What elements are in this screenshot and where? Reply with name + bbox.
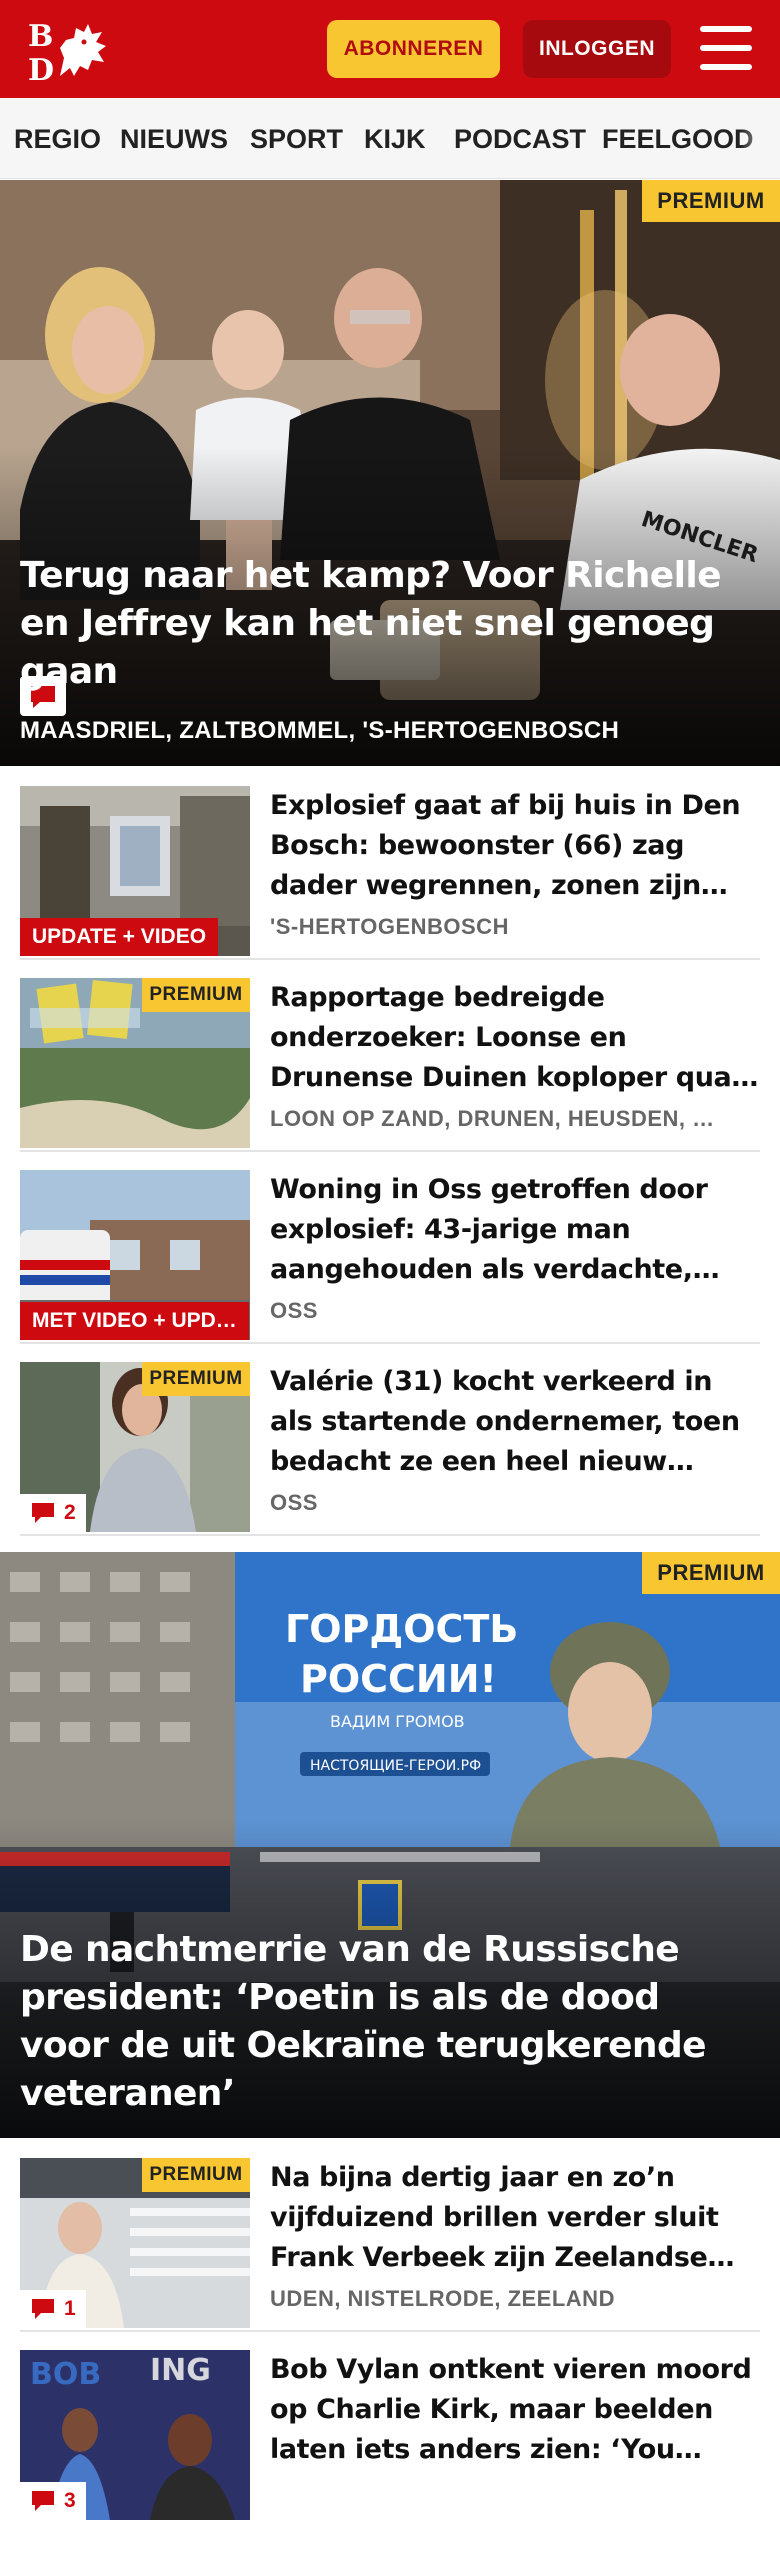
article-thumbnail: PREMIUM 1 — [20, 2158, 250, 2328]
list-item[interactable]: MET VIDEO + UPD… Woning in Oss getroffen… — [20, 1170, 760, 1344]
comment-count-value: 3 — [64, 2489, 76, 2512]
hero-location: MAASDRIEL, ZALTBOMMEL, 'S-HERTOGENBOSCH — [20, 717, 620, 744]
comment-icon — [32, 2491, 54, 2511]
update-video-label: UPDATE + VIDEO — [20, 918, 219, 956]
comment-count-value: 2 — [64, 1501, 76, 1524]
comment-icon — [32, 2299, 54, 2319]
top-header: B D ABONNEREN INLOGGEN — [0, 0, 780, 98]
nav-item-kijk[interactable]: KIJK — [364, 124, 426, 155]
comment-count: 2 — [20, 1494, 86, 1532]
subscribe-button[interactable]: ABONNEREN — [327, 20, 500, 78]
list-item[interactable]: PREMIUM 2 Valérie (31) kocht verkeerd in… — [20, 1362, 760, 1536]
list-item[interactable]: BOB ING 3 Bob Vylan ontkent vieren moord… — [20, 2350, 760, 2522]
article-location: OSS — [270, 1298, 318, 1323]
article-title[interactable]: Bob Vylan ontkent vieren moord op Charli… — [270, 2350, 760, 2470]
nav-item-nieuws[interactable]: NIEUWS — [120, 124, 228, 155]
billboard-line-2: РОССИИ! — [300, 1657, 497, 1701]
comment-count: 3 — [20, 2482, 86, 2520]
article-title[interactable]: Na bijna dertig jaar en zo’n vijfduizend… — [270, 2158, 760, 2278]
nav-scroll-fade — [740, 98, 780, 178]
comment-count-value: 1 — [64, 2297, 76, 2320]
premium-badge: PREMIUM — [142, 1362, 250, 1396]
hero-title[interactable]: De nachtmerrie van de Russische presiden… — [20, 1926, 740, 2118]
article-thumbnail: MET VIDEO + UPD… — [20, 1170, 250, 1340]
premium-badge: PREMIUM — [642, 1552, 780, 1594]
article-thumbnail: UPDATE + VIDEO — [20, 786, 250, 956]
login-button[interactable]: INLOGGEN — [523, 20, 671, 78]
nav-item-regio[interactable]: REGIO — [14, 124, 101, 155]
article-location: 'S-HERTOGENBOSCH — [270, 914, 509, 939]
video-update-label: MET VIDEO + UPD… — [20, 1302, 249, 1340]
article-title[interactable]: Woning in Oss getroffen door explosief: … — [270, 1170, 760, 1290]
svg-text:D: D — [28, 53, 54, 84]
nav-item-podcast[interactable]: PODCAST — [454, 124, 586, 155]
billboard-line-1: ГОРДОСТЬ — [285, 1607, 518, 1651]
hero-article-2[interactable]: ГОРДОСТЬ РОССИИ! ВАДИМ ГРОМОВ НАСТОЯЩИЕ-… — [0, 1552, 780, 2138]
comment-count: 1 — [20, 2290, 86, 2328]
comment-icon — [32, 1503, 54, 1523]
list-item[interactable]: UPDATE + VIDEO Explosief gaat af bij hui… — [20, 786, 760, 960]
section-nav: REGIO NIEUWS SPORT KIJK PODCAST FEELGOOD — [0, 98, 780, 179]
premium-badge: PREMIUM — [142, 2158, 250, 2192]
svg-text:B: B — [28, 19, 53, 54]
list-item[interactable]: PREMIUM Rapportage bedreigde onderzoe­ke… — [20, 978, 760, 1152]
article-location: UDEN, NISTELRODE, ZEELAND — [270, 2286, 615, 2311]
article-thumbnail: BOB ING 3 — [20, 2350, 250, 2520]
premium-badge: PREMIUM — [142, 978, 250, 1012]
billboard-url: НАСТОЯЩИЕ-ГЕРОИ.РФ — [310, 1758, 481, 1774]
hamburger-menu-icon[interactable] — [700, 26, 752, 70]
article-title[interactable]: Explosief gaat af bij huis in Den Bosch:… — [270, 786, 760, 906]
article-location: OSS — [270, 1490, 318, 1515]
bd-logo[interactable]: B D — [26, 18, 122, 88]
article-title[interactable]: Rapportage bedreigde onderzoe­ker: Loons… — [270, 978, 760, 1098]
billboard-name: ВАДИМ ГРОМОВ — [330, 1712, 465, 1731]
article-location: LOON OP ZAND, DRUNEN, HEUSDEN, … — [270, 1106, 715, 1131]
hero-title[interactable]: Terug naar het kamp? Voor Richelle en Je… — [20, 552, 740, 696]
article-title[interactable]: Valérie (31) kocht verkeerd in als start… — [270, 1362, 760, 1482]
article-thumbnail: PREMIUM 2 — [20, 1362, 250, 1532]
article-thumbnail: PREMIUM — [20, 978, 250, 1148]
list-item[interactable]: PREMIUM 1 Na bijna dertig jaar en zo’n v… — [20, 2158, 760, 2332]
nav-item-sport[interactable]: SPORT — [250, 124, 343, 155]
premium-badge: PREMIUM — [642, 180, 780, 222]
nav-item-feelgood[interactable]: FEELGOOD — [602, 124, 754, 155]
svg-text:ING: ING — [150, 2353, 211, 2388]
svg-text:BOB: BOB — [30, 2357, 101, 2392]
hero-article-1[interactable]: MONCLER PREMIUM Terug naar het kamp? Voo… — [0, 180, 780, 766]
